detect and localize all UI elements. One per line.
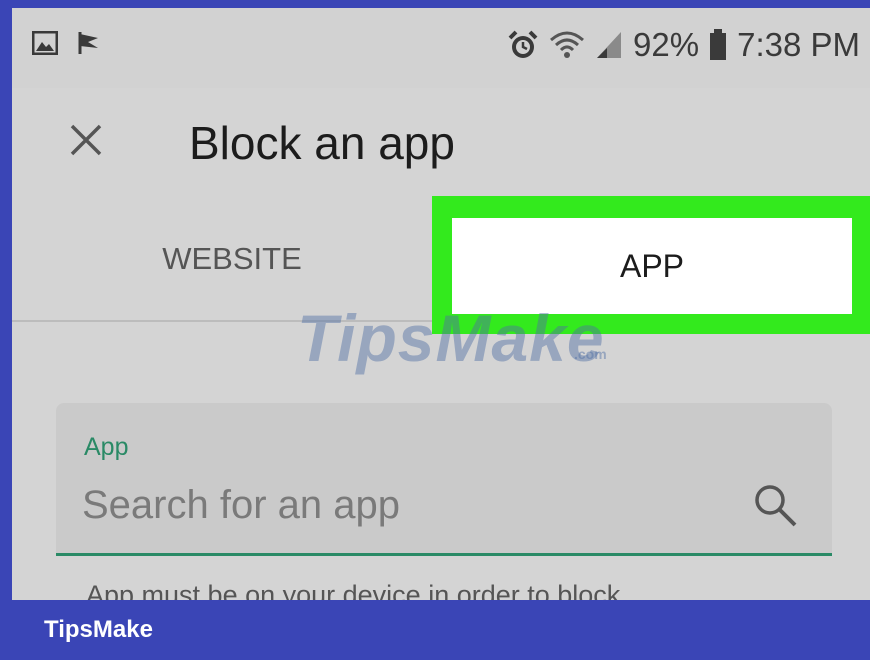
battery-icon xyxy=(710,29,727,60)
search-icon[interactable] xyxy=(751,481,799,529)
close-icon[interactable] xyxy=(66,120,106,160)
footer-banner: TipsMake xyxy=(0,600,870,660)
wifi-icon xyxy=(550,31,585,58)
watermark: TipsMake xyxy=(297,301,605,375)
search-input[interactable] xyxy=(82,477,722,533)
phone-screen: 92% 7:38 PM Block an app WEBSITE APP Tip… xyxy=(12,8,870,600)
page-title: Block an app xyxy=(189,117,455,169)
app-search-field[interactable]: App xyxy=(56,403,832,556)
battery-percentage: 92% xyxy=(633,26,700,63)
flag-notification-icon xyxy=(78,32,98,54)
status-bar-notifications xyxy=(32,30,102,56)
search-field-label: App xyxy=(84,433,129,461)
image-notification-icon xyxy=(32,31,58,55)
helper-text: App must be on your device in order to b… xyxy=(86,580,621,600)
footer-brand: TipsMake xyxy=(44,616,153,643)
signal-icon xyxy=(597,32,622,58)
alarm-icon xyxy=(508,30,538,58)
status-bar: 92% 7:38 PM xyxy=(12,8,870,88)
watermark-suffix: .com xyxy=(574,346,607,362)
status-bar-system: 92% 7:38 PM xyxy=(507,26,860,64)
app-bar: Block an app xyxy=(12,88,870,198)
clock: 7:38 PM xyxy=(737,26,860,63)
